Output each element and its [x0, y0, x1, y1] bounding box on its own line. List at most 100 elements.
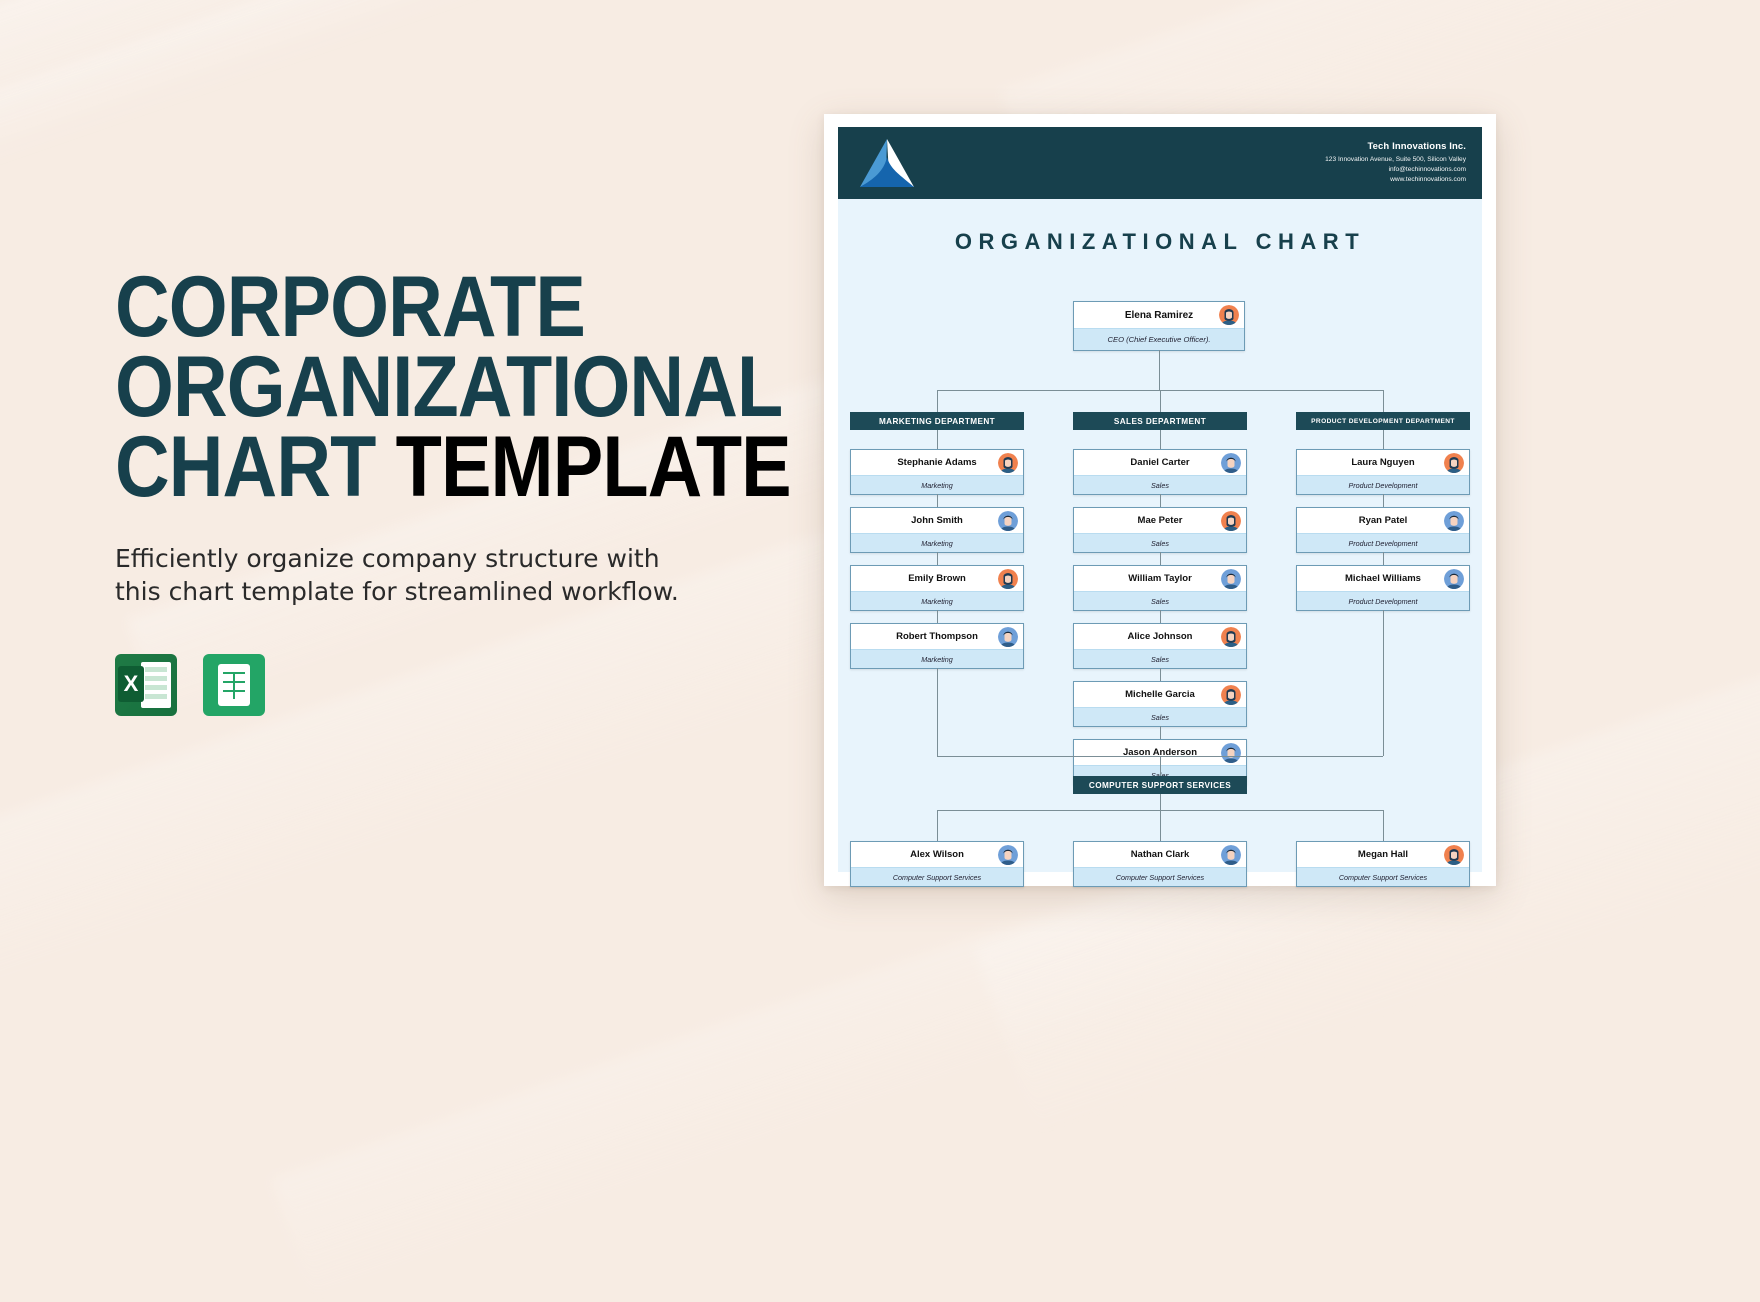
avatar	[998, 452, 1018, 473]
promo-description: Efficiently organize company structure w…	[115, 543, 679, 606]
connector-line	[1160, 390, 1161, 412]
employee-role: Sales	[1074, 649, 1246, 668]
employee-node[interactable]: Nathan Clark Computer Support Services	[1073, 841, 1247, 887]
employee-name-row: Laura Nguyen	[1297, 450, 1469, 475]
employee-name-row: Ryan Patel	[1297, 508, 1469, 533]
department-header: SALES DEPARTMENT	[1073, 412, 1247, 430]
employee-name-row: Alice Johnson	[1074, 624, 1246, 649]
connector-line	[937, 810, 938, 841]
promo-title-chart: CHART	[115, 418, 376, 515]
employee-role: Product Development	[1297, 591, 1469, 610]
employee-role: Computer Support Services	[851, 867, 1023, 886]
connector-line	[937, 668, 938, 756]
avatar	[998, 844, 1018, 865]
avatar	[998, 568, 1018, 589]
employee-node[interactable]: Robert Thompson Marketing	[850, 623, 1024, 669]
employee-name: Laura Nguyen	[1351, 457, 1415, 468]
connector-line	[937, 494, 938, 507]
employee-name: Daniel Carter	[1130, 457, 1190, 468]
employee-name: Alex Wilson	[910, 849, 964, 860]
company-website: www.techinnovations.com	[1390, 176, 1466, 184]
avatar	[1219, 305, 1239, 325]
avatar	[1221, 626, 1241, 647]
employee-node[interactable]: Michelle Garcia Sales	[1073, 681, 1247, 727]
department-header: PRODUCT DEVELOPMENT DEPARTMENT	[1296, 412, 1470, 430]
promo-title-template: TEMPLATE	[395, 418, 792, 515]
employee-name: Robert Thompson	[896, 631, 978, 642]
employee-node[interactable]: Megan Hall Computer Support Services	[1296, 841, 1470, 887]
employee-name: John Smith	[911, 515, 963, 526]
employee-name-row: Daniel Carter	[1074, 450, 1246, 475]
avatar	[1221, 844, 1241, 865]
promo-panel: CORPORATE ORGANIZATIONAL CHART TEMPLATE …	[115, 264, 815, 716]
employee-name-row: Stephanie Adams	[851, 450, 1023, 475]
connector-line	[1160, 794, 1161, 810]
employee-role: Sales	[1074, 533, 1246, 552]
connector-line	[1160, 726, 1161, 739]
employee-name-row: Elena Ramirez	[1074, 302, 1244, 328]
employee-node[interactable]: Ryan Patel Product Development	[1296, 507, 1470, 553]
employee-node[interactable]: Emily Brown Marketing	[850, 565, 1024, 611]
connector-line	[1383, 810, 1384, 841]
employee-node[interactable]: William Taylor Sales	[1073, 565, 1247, 611]
employee-name: Megan Hall	[1357, 849, 1409, 860]
excel-badge[interactable]: X	[115, 653, 177, 716]
connector-line	[937, 552, 938, 565]
avatar	[998, 510, 1018, 531]
avatar	[1221, 742, 1241, 763]
avatar	[1221, 684, 1241, 705]
employee-role: Marketing	[851, 649, 1023, 668]
sheets-grid-icon	[218, 663, 250, 706]
connector-line	[1383, 430, 1384, 449]
employee-node[interactable]: Daniel Carter Sales	[1073, 449, 1247, 495]
avatar	[1221, 452, 1241, 473]
page-title: ORGANIZATIONAL CHART	[954, 229, 1366, 254]
avatar	[998, 626, 1018, 647]
org-chart-document: Tech Innovations Inc. 123 Innovation Ave…	[838, 127, 1482, 887]
employee-name-row: Mae Peter	[1074, 508, 1246, 533]
employee-name-row: Michael Williams	[1297, 566, 1469, 591]
excel-x-glyph: X	[118, 665, 144, 702]
employee-name: Ryan Patel	[1358, 515, 1408, 526]
avatar	[1444, 568, 1464, 589]
connector-line	[1383, 552, 1384, 565]
employee-name-row: Nathan Clark	[1074, 842, 1246, 867]
employee-name: Elena Ramirez	[1124, 309, 1194, 321]
employee-node[interactable]: Alex Wilson Computer Support Services	[850, 841, 1024, 887]
company-name: Tech Innovations Inc.	[1367, 141, 1466, 153]
connector-line	[1160, 756, 1161, 776]
company-email: info@techinnovations.com	[1388, 166, 1466, 174]
employee-name-row: Megan Hall	[1297, 842, 1469, 867]
avatar	[1444, 452, 1464, 473]
employee-role: Marketing	[851, 533, 1023, 552]
employee-name-row: William Taylor	[1074, 566, 1246, 591]
employee-node[interactable]: Mae Peter Sales	[1073, 507, 1247, 553]
employee-name: Mae Peter	[1137, 515, 1183, 526]
avatar	[1444, 844, 1464, 865]
google-sheets-badge[interactable]	[203, 653, 265, 716]
employee-node[interactable]: Michael Williams Product Development	[1296, 565, 1470, 611]
employee-node[interactable]: Laura Nguyen Product Development	[1296, 449, 1470, 495]
connector-line	[1160, 610, 1161, 623]
employee-role: Computer Support Services	[1297, 867, 1469, 886]
format-badges: X	[115, 653, 815, 716]
connector-line	[1160, 668, 1161, 681]
employee-name: Michelle Garcia	[1125, 689, 1195, 700]
employee-name: Emily Brown	[908, 573, 966, 584]
promo-title: CORPORATE ORGANIZATIONAL CHART TEMPLATE	[115, 264, 792, 510]
ceo-node[interactable]: Elena Ramirez CEO (Chief Executive Office…	[1073, 301, 1245, 351]
employee-role: Product Development	[1297, 533, 1469, 552]
document-header: Tech Innovations Inc. 123 Innovation Ave…	[838, 127, 1482, 199]
employee-name: Alice Johnson	[1127, 631, 1193, 642]
connector-line	[1383, 494, 1384, 507]
employee-name-row: Emily Brown	[851, 566, 1023, 591]
employee-role: Computer Support Services	[1074, 867, 1246, 886]
tech-innovations-logo	[856, 135, 918, 191]
employee-name: Stephanie Adams	[897, 457, 977, 468]
connector-line	[937, 390, 938, 412]
employee-role: Marketing	[851, 591, 1023, 610]
employee-node[interactable]: Stephanie Adams Marketing	[850, 449, 1024, 495]
employee-node[interactable]: Alice Johnson Sales	[1073, 623, 1247, 669]
employee-name-row: Alex Wilson	[851, 842, 1023, 867]
employee-node[interactable]: John Smith Marketing	[850, 507, 1024, 553]
